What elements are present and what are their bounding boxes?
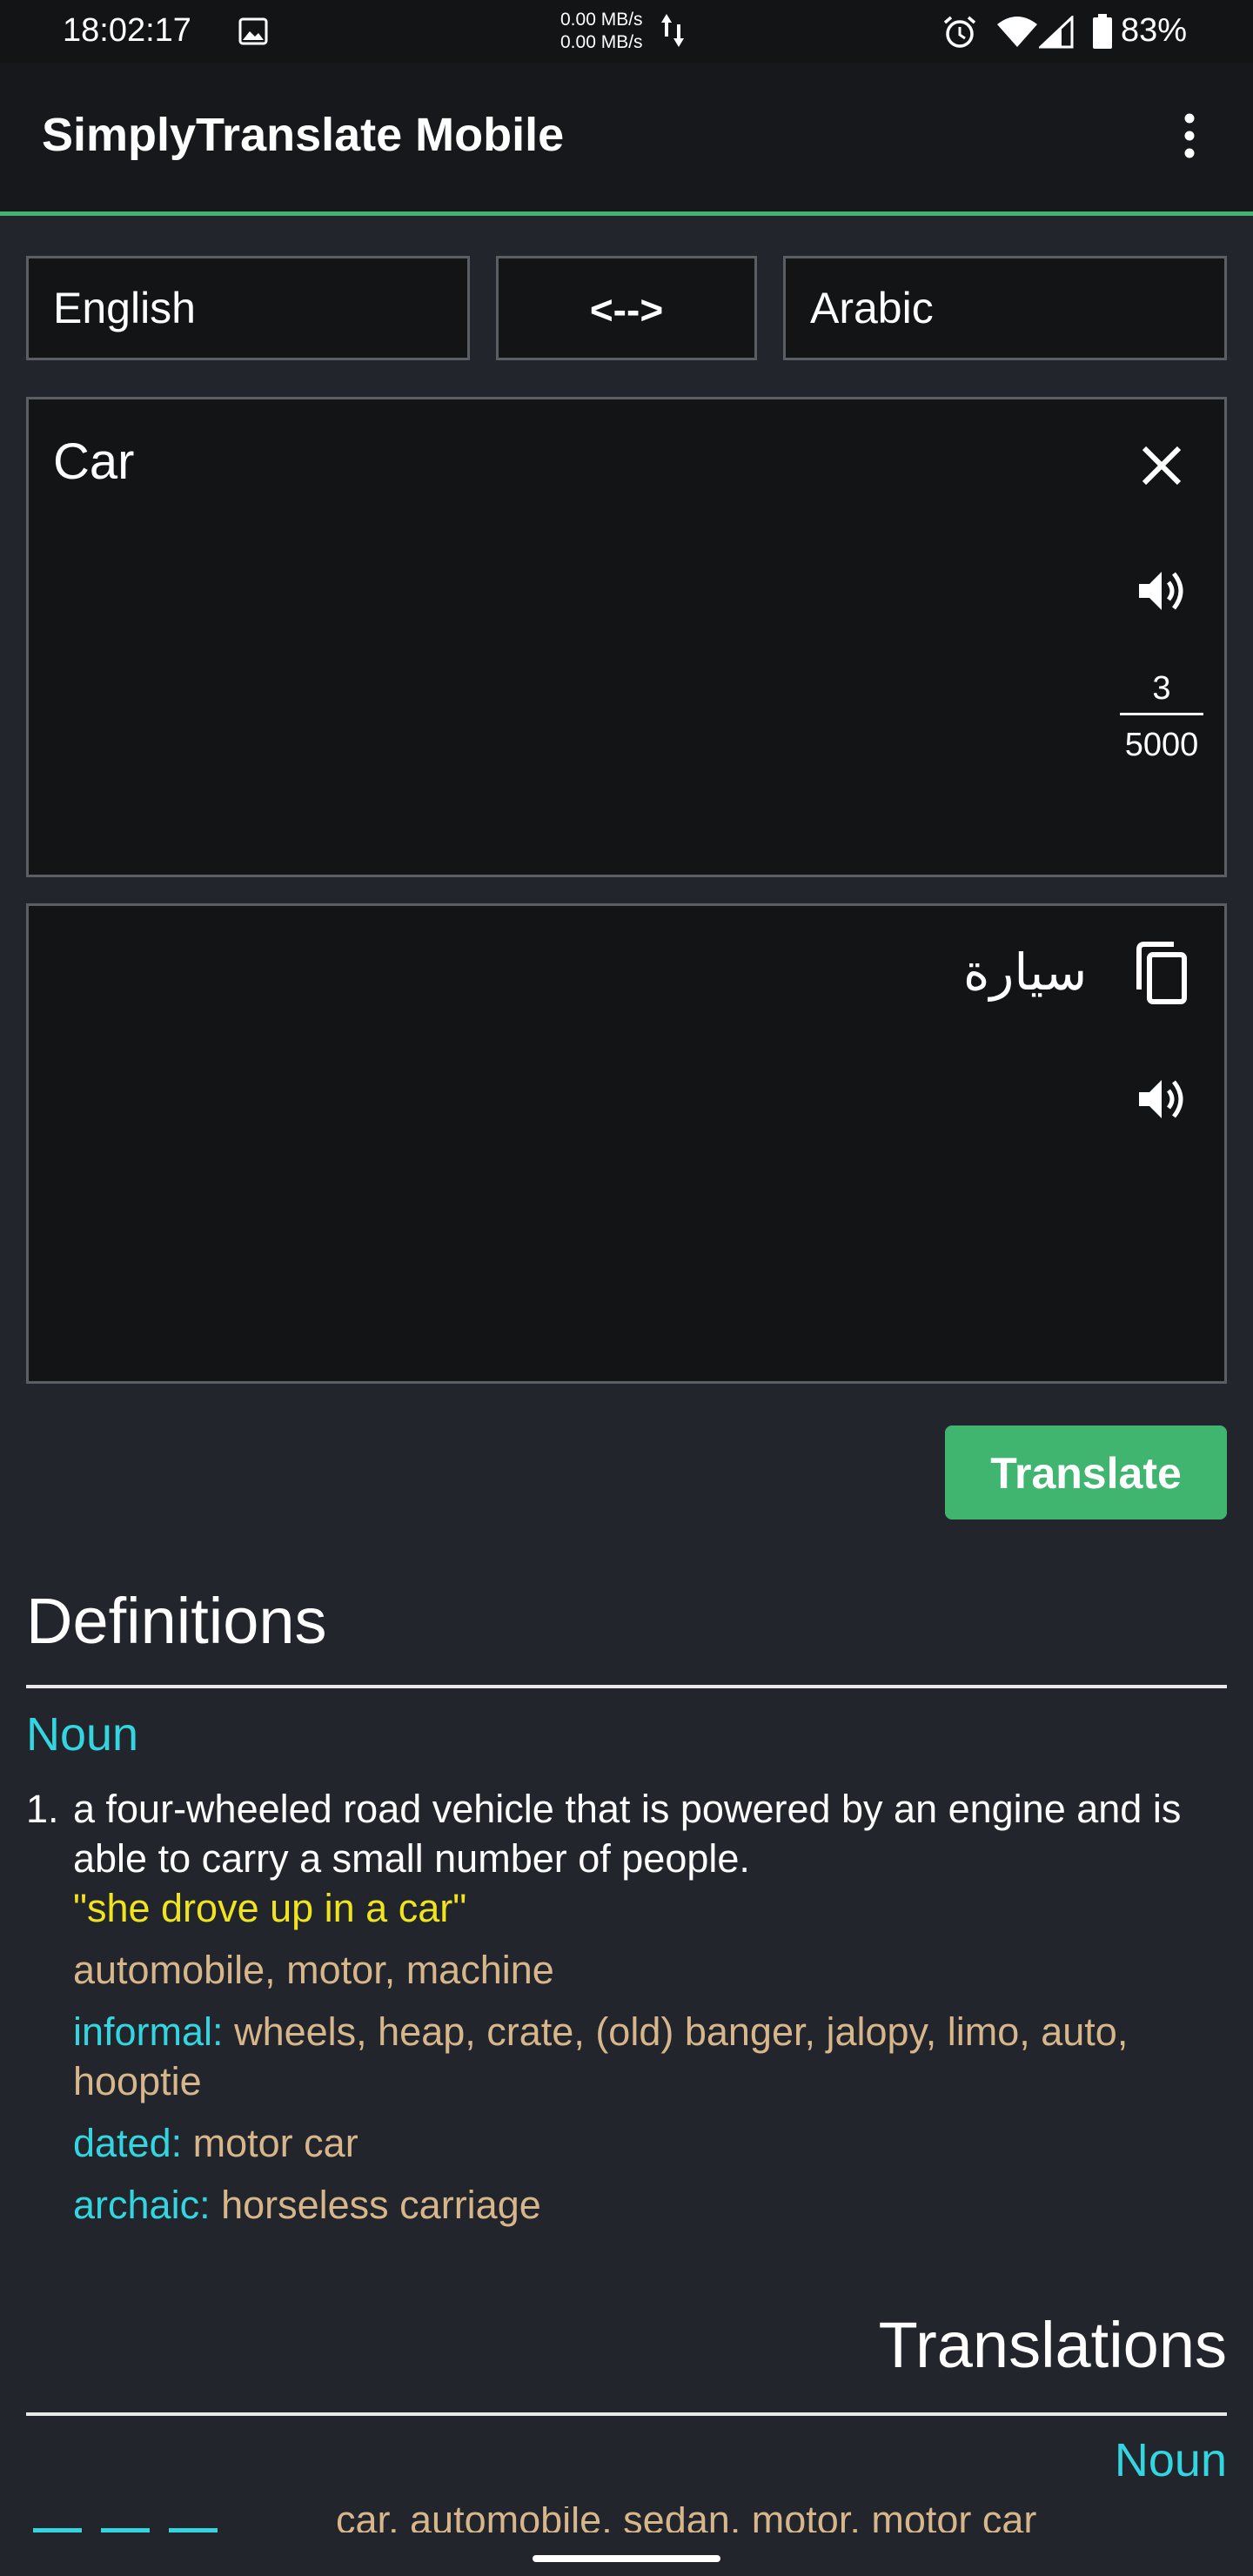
status-bar: 18:02:17 0.00 MB/s 0.00 MB/s 83%: [0, 0, 1253, 63]
translation-row: car, automobile, sedan, motor, motor car: [26, 2506, 1227, 2532]
app-bar: SimplyTranslate Mobile: [0, 63, 1253, 216]
dated-label: dated:: [73, 2121, 183, 2165]
frequency-bar: [169, 2528, 218, 2532]
dated-synonyms: motor car: [192, 2121, 358, 2165]
gesture-navigation-bar[interactable]: [533, 2555, 720, 2562]
battery-percent: 83%: [1121, 12, 1188, 49]
definitions-heading: Definitions: [26, 1585, 327, 1657]
speaker-icon[interactable]: [1134, 1071, 1189, 1127]
translation-words: car, automobile, sedan, motor, motor car: [336, 2506, 1037, 2532]
translated-text: سيارة: [963, 944, 1088, 1001]
image-notification-icon: [238, 17, 268, 45]
target-language-select[interactable]: Arabic: [783, 256, 1227, 360]
signal-icon: [1039, 16, 1074, 49]
character-limit: 5000: [1124, 727, 1199, 763]
archaic-label: archaic:: [73, 2183, 211, 2227]
definition-example: "she drove up in a car": [73, 1886, 467, 1930]
informal-synonyms: wheels, heap, crate, (old) banger, jalop…: [73, 2009, 1129, 2103]
informal-label: informal:: [73, 2009, 224, 2054]
source-language-select[interactable]: English: [26, 256, 470, 360]
wifi-icon: [997, 17, 1037, 47]
alarm-icon: [943, 16, 976, 48]
synonyms-informal: informal: wheels, heap, crate, (old) ban…: [73, 2007, 1227, 2106]
translate-button[interactable]: Translate: [945, 1426, 1227, 1519]
overflow-menu-icon[interactable]: [1176, 110, 1203, 171]
synonyms: automobile, motor, machine: [73, 1948, 554, 1992]
synonyms-archaic: archaic: horseless carriage: [73, 2180, 1227, 2230]
frequency-bars: [33, 2526, 237, 2532]
copy-icon[interactable]: [1130, 941, 1191, 1007]
translations-heading: Translations: [878, 2309, 1227, 2381]
clear-icon[interactable]: [1136, 439, 1188, 492]
translations-part-of-speech: Noun: [1114, 2434, 1227, 2486]
network-down: 0.00 MB/s: [560, 32, 643, 52]
translation-output-area[interactable]: سيارة: [26, 903, 1227, 1384]
data-transfer-icon: [661, 14, 684, 47]
network-speed: 0.00 MB/s 0.00 MB/s: [560, 9, 643, 54]
archaic-synonyms: horseless carriage: [221, 2183, 541, 2227]
definition-number: 1.: [26, 1787, 59, 1831]
swap-languages-button[interactable]: <-->: [496, 256, 757, 360]
definitions-part-of-speech: Noun: [26, 1708, 139, 1761]
character-count: 3: [1120, 671, 1203, 715]
character-counter: 3 5000: [1120, 671, 1203, 762]
source-text-area[interactable]: Car 3 5000: [26, 397, 1227, 877]
definition-text: a four-wheeled road vehicle that is powe…: [73, 1787, 1182, 1881]
app-title: SimplyTranslate Mobile: [42, 109, 565, 161]
frequency-bar: [101, 2528, 150, 2532]
status-time: 18:02:17: [63, 12, 191, 49]
speaker-icon[interactable]: [1134, 563, 1189, 619]
divider: [26, 2412, 1227, 2416]
synonyms-dated: dated: motor car: [73, 2118, 1227, 2168]
frequency-bar: [33, 2528, 82, 2532]
divider: [26, 1685, 1227, 1688]
definition-body: a four-wheeled road vehicle that is powe…: [73, 1784, 1227, 2230]
source-text[interactable]: Car: [53, 433, 134, 491]
network-up: 0.00 MB/s: [560, 10, 643, 30]
battery-icon: [1093, 14, 1112, 49]
